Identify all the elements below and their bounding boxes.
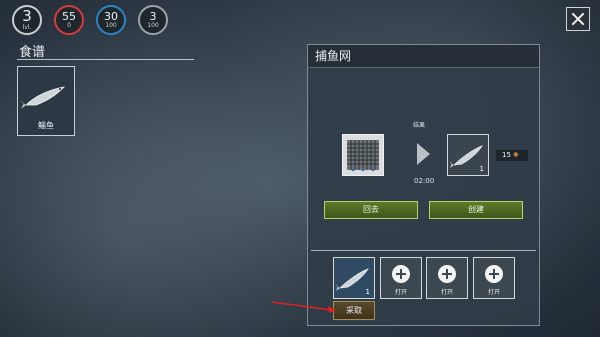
red-arrow-annotation (271, 301, 336, 313)
